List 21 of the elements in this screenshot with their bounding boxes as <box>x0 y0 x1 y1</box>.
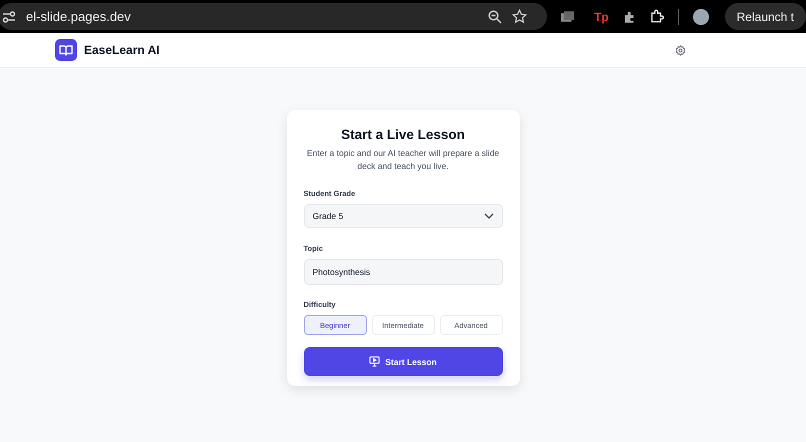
star-icon[interactable] <box>512 9 527 24</box>
presentation-icon <box>369 356 380 367</box>
open-book-icon <box>55 39 77 61</box>
tab-search-icon[interactable] <box>560 10 574 22</box>
card-title: Start a Live Lesson <box>340 127 466 142</box>
url-text: el-slide.pages.dev <box>26 9 131 24</box>
address-bar[interactable]: el-slide.pages.dev <box>0 3 547 30</box>
site-settings-icon[interactable] <box>2 10 16 24</box>
extension-icon[interactable]: Tp <box>594 10 609 24</box>
start-lesson-button[interactable]: Start Lesson <box>304 347 502 376</box>
chevron-down-icon <box>484 213 494 219</box>
profile-avatar[interactable] <box>693 8 709 24</box>
card-subtitle: Enter a topic and our AI teacher will prepare a slide deck and teach you live. <box>306 147 500 173</box>
extensions-icon[interactable] <box>650 9 664 24</box>
grade-select[interactable]: Grade 5 <box>304 204 502 228</box>
brand-name: EaseLearn AI <box>84 43 160 57</box>
zoom-out-icon[interactable] <box>488 10 502 24</box>
topic-field[interactable]: Photosynthesis <box>304 259 502 285</box>
settings-icon[interactable] <box>675 44 686 56</box>
relaunch-button[interactable]: Relaunch t <box>724 3 806 30</box>
puzzle-piece-icon[interactable] <box>622 10 636 24</box>
